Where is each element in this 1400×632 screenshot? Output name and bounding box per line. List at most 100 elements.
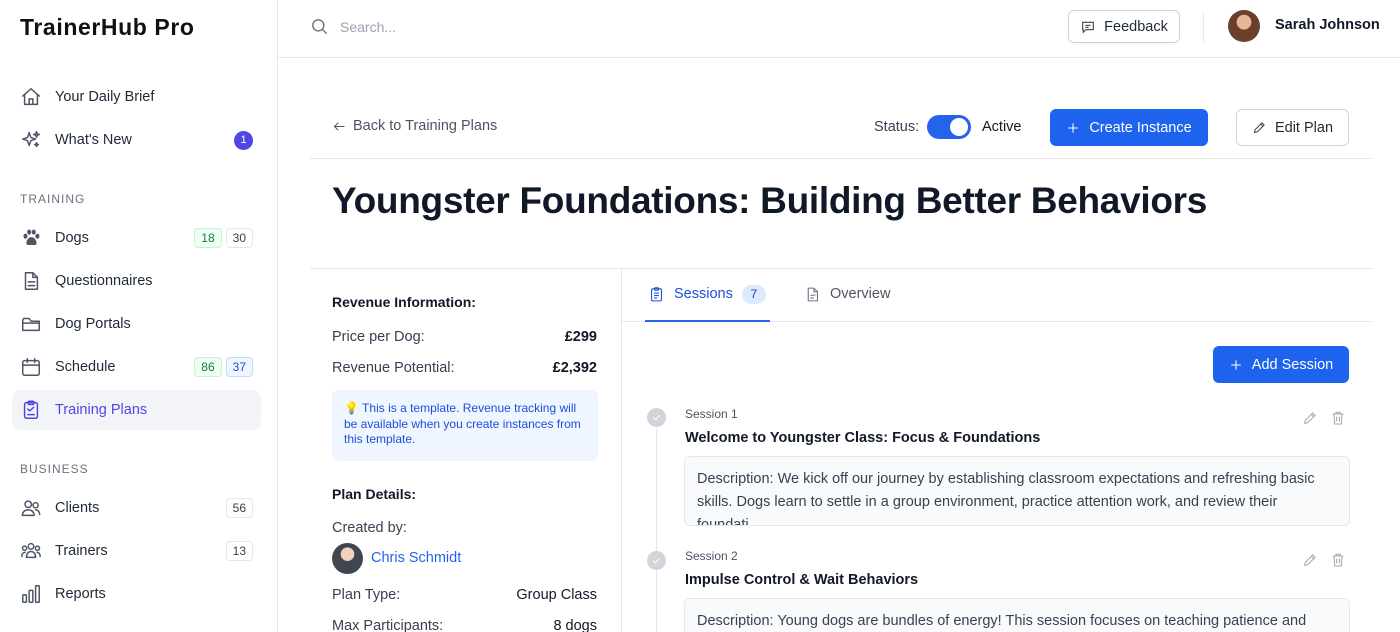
sidebar-item-daily-brief[interactable]: Your Daily Brief [12,77,261,117]
sidebar-item-label: Your Daily Brief [55,89,155,105]
count-badge: 30 [225,228,253,248]
sidebar-item-label: Clients [55,500,100,516]
tab-label: Overview [830,286,891,302]
edit-session-button[interactable] [1302,552,1318,568]
session-description: Description: Young dogs are bundles of e… [684,598,1350,632]
sidebar-item-trainers[interactable]: Trainers 13 [12,531,261,571]
user-name[interactable]: Sarah Johnson [1275,17,1380,33]
sidebar-item-dog-portals[interactable]: Dog Portals [12,304,261,344]
sidebar-item-whats-new[interactable]: What's New 1 [12,120,261,160]
sessions-timeline [656,428,657,632]
plan-type-label: Plan Type: [332,587,401,603]
arrow-left-icon [332,119,347,134]
users-icon [20,497,42,519]
session-status-icon [647,551,666,570]
folder-icon [20,313,42,335]
page-title: Youngster Foundations: Building Better B… [332,180,1208,221]
edit-session-button[interactable] [1302,410,1318,426]
notification-badge: 1 [234,130,253,150]
max-participants-value: 8 dogs [553,618,597,632]
sidebar-item-schedule[interactable]: Schedule 86 37 [12,347,261,387]
sessions-count-badge: 7 [741,284,766,304]
sidebar-item-label: Trainers [55,543,108,559]
sidebar-item-clients[interactable]: Clients 56 [12,488,261,528]
add-session-label: Add Session [1251,356,1334,373]
revenue-potential-value: £2,392 [552,360,597,376]
back-link-label: Back to Training Plans [353,118,498,134]
price-label: Price per Dog: [332,329,425,345]
delete-session-button[interactable] [1330,552,1346,568]
tab-sessions[interactable]: Sessions 7 [648,284,766,304]
paw-icon [20,227,42,249]
sidebar-item-label: What's New [55,132,132,148]
session-status-icon [647,408,666,427]
feedback-button[interactable]: Feedback [1068,10,1180,43]
bar-chart-icon [20,583,42,605]
creator-link[interactable]: Chris Schmidt [371,550,461,566]
toggle-knob [950,118,968,136]
app-logo[interactable]: TrainerHub Pro [20,14,195,41]
pencil-icon [1252,120,1267,135]
template-info-note: 💡 This is a template. Revenue tracking w… [332,390,598,461]
divider [310,158,1372,159]
status-toggle[interactable] [927,115,971,139]
plan-details-heading: Plan Details: [332,486,417,502]
message-icon [1080,19,1096,35]
count-badge: 13 [225,541,253,561]
sidebar-item-label: Schedule [55,359,116,375]
document-icon [20,270,42,292]
plus-icon [1229,358,1243,372]
create-instance-button[interactable]: Create Instance [1050,109,1208,146]
status-label: Status: [874,119,920,135]
section-heading-training: TRAINING [20,192,86,206]
sidebar-item-label: Questionnaires [55,273,153,289]
header-divider [1203,12,1204,42]
session-number: Session 2 [685,549,738,563]
calendar-icon [20,356,42,378]
clipboard-icon [20,399,42,421]
clipboard-list-icon [648,286,665,303]
creator-avatar [332,543,363,574]
tab-label: Sessions [674,286,733,302]
count-badge: 37 [225,357,253,377]
edit-plan-label: Edit Plan [1274,119,1334,136]
avatar[interactable] [1228,10,1260,42]
sidebar-item-label: Reports [55,586,106,602]
status-value: Active [982,119,1022,135]
session-number: Session 1 [685,407,738,421]
created-by-label: Created by: [332,520,407,536]
sidebar-item-reports[interactable]: Reports [12,574,261,614]
count-badge: 86 [194,357,222,377]
team-icon [20,540,42,562]
price-value: £299 [564,329,597,345]
count-badge: 56 [225,498,253,518]
add-session-button[interactable]: Add Session [1213,346,1349,383]
create-instance-label: Create Instance [1089,119,1192,136]
section-heading-business: BUSINESS [20,462,89,476]
sidebar-item-label: Dog Portals [55,316,131,332]
panel-divider [621,268,622,632]
revenue-heading: Revenue Information: [332,294,476,310]
session-title[interactable]: Welcome to Youngster Class: Focus & Foun… [685,430,1040,446]
sidebar-item-dogs[interactable]: Dogs 18 30 [12,218,261,258]
session-title[interactable]: Impulse Control & Wait Behaviors [685,572,918,588]
sidebar-item-questionnaires[interactable]: Questionnaires [12,261,261,301]
sidebar: TrainerHub Pro Your Daily Brief What's N… [0,0,278,632]
edit-plan-button[interactable]: Edit Plan [1236,109,1349,146]
top-header: Feedback Sarah Johnson [278,0,1400,58]
delete-session-button[interactable] [1330,410,1346,426]
sidebar-item-training-plans[interactable]: Training Plans [12,390,261,430]
back-to-training-plans-link[interactable]: Back to Training Plans [332,118,497,134]
count-badge: 18 [194,228,222,248]
max-participants-label: Max Participants: [332,618,444,632]
search-icon [310,17,329,36]
search-input[interactable] [340,14,740,40]
feedback-label: Feedback [1104,18,1168,35]
divider [310,268,1372,269]
home-icon [20,86,42,108]
plus-icon [1066,121,1080,135]
sidebar-item-label: Dogs [55,230,89,246]
tab-overview[interactable]: Overview [804,284,890,304]
sparkles-icon [20,129,42,151]
file-icon [804,286,821,303]
